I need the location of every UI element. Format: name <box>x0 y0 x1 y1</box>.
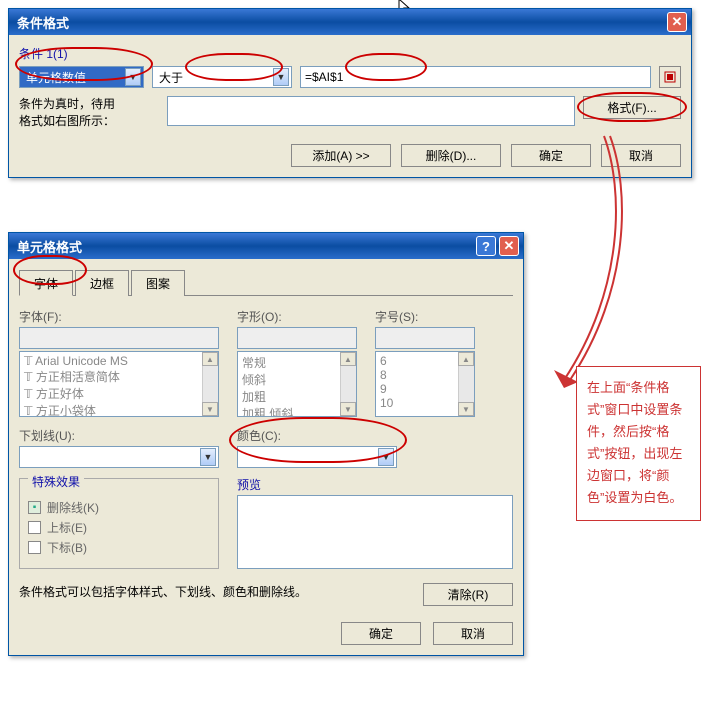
chevron-down-icon: ▼ <box>273 68 289 86</box>
list-item: 9 <box>380 382 470 396</box>
format-button[interactable]: 格式(F)... <box>583 96 681 119</box>
underline-label: 下划线(U): <box>19 427 219 444</box>
cancel-button[interactable]: 取消 <box>601 144 681 167</box>
list-item: 𝕋 方正相活意简体 <box>24 368 214 385</box>
list-item: 𝕋 方正好体 <box>24 385 214 402</box>
formula-input[interactable]: =$AI$1 <box>300 66 651 88</box>
list-item: 𝕋 方正小袋体 <box>24 402 214 417</box>
ref-picker-icon[interactable] <box>659 66 681 88</box>
description-text: 条件格式可以包括字体样式、下划线、颜色和删除线。 <box>19 583 409 601</box>
conditional-format-dialog: 条件格式 ✕ 条件 1(1) 单元格数值 ▼ 大于 ▼ =$AI$1 <box>8 8 692 178</box>
annotation-text: 在上面“条件格式”窗口中设置条件，然后按“格式”按钮，出现左边窗口，将“颜色”设… <box>576 366 701 521</box>
checkbox-strikethrough[interactable]: ▪删除线(K) <box>28 499 210 516</box>
color-label: 颜色(C): <box>237 427 397 444</box>
style-listbox[interactable]: 常规 倾斜 加粗 加粗 倾斜 ▲▼ <box>237 351 357 417</box>
style-label: 字形(O): <box>237 308 357 325</box>
checkbox-superscript[interactable]: 上标(E) <box>28 519 210 536</box>
preview-box <box>237 495 513 569</box>
size-input[interactable] <box>375 327 475 349</box>
font-listbox[interactable]: 𝕋 Arial Unicode MS 𝕋 方正相活意简体 𝕋 方正好体 𝕋 方正… <box>19 351 219 417</box>
format-hint: 条件为真时，待用 格式如右图所示： <box>19 96 159 130</box>
list-item: 加粗 <box>242 388 352 405</box>
ok-button[interactable]: 确定 <box>511 144 591 167</box>
tab-pattern[interactable]: 图案 <box>131 270 185 296</box>
list-item: 倾斜 <box>242 371 352 388</box>
style-input[interactable] <box>237 327 357 349</box>
tab-bar: 字体 边框 图案 <box>19 269 513 296</box>
chevron-down-icon: ▼ <box>200 448 216 466</box>
close-icon[interactable]: ✕ <box>667 12 687 32</box>
tab-font[interactable]: 字体 <box>19 270 73 296</box>
list-item: 常规 <box>242 354 352 371</box>
font-input[interactable] <box>19 327 219 349</box>
ok-button[interactable]: 确定 <box>341 622 421 645</box>
chevron-down-icon: ▼ <box>378 448 394 466</box>
checkbox-subscript[interactable]: 下标(B) <box>28 539 210 556</box>
list-item: 10 <box>380 396 470 410</box>
format-preview <box>167 96 575 126</box>
combo-cell-value[interactable]: 单元格数值 ▼ <box>19 66 144 88</box>
chevron-down-icon: ▼ <box>125 68 141 86</box>
effects-label: 特殊效果 <box>28 473 84 490</box>
close-icon[interactable]: ✕ <box>499 236 519 256</box>
help-icon[interactable]: ? <box>476 236 496 256</box>
cancel-button[interactable]: 取消 <box>433 622 513 645</box>
color-combo[interactable]: ▼ <box>237 446 397 468</box>
size-listbox[interactable]: 6 8 9 10 ▲▼ <box>375 351 475 417</box>
clear-button[interactable]: 清除(R) <box>423 583 513 606</box>
dialog-title: 条件格式 <box>17 13 664 32</box>
list-item: 𝕋 Arial Unicode MS <box>24 354 214 368</box>
list-item: 6 <box>380 354 470 368</box>
underline-combo[interactable]: ▼ <box>19 446 219 468</box>
combo-operator-text: 大于 <box>159 69 183 86</box>
combo-cell-value-text: 单元格数值 <box>26 69 86 86</box>
size-label: 字号(S): <box>375 308 475 325</box>
list-item: 8 <box>380 368 470 382</box>
dialog-title: 单元格格式 <box>17 237 473 256</box>
tab-border[interactable]: 边框 <box>75 270 129 296</box>
delete-button[interactable]: 删除(D)... <box>401 144 501 167</box>
add-button[interactable]: 添加(A) >> <box>291 144 391 167</box>
preview-label: 预览 <box>237 476 513 493</box>
formula-text: =$AI$1 <box>305 70 343 84</box>
titlebar: 条件格式 ✕ <box>9 9 691 35</box>
font-label: 字体(F): <box>19 308 219 325</box>
combo-operator[interactable]: 大于 ▼ <box>152 66 292 88</box>
list-item: 加粗 倾斜 <box>242 405 352 417</box>
condition-label: 条件 1(1) <box>19 45 681 62</box>
titlebar: 单元格格式 ? ✕ <box>9 233 523 259</box>
cell-format-dialog: 单元格格式 ? ✕ 字体 边框 图案 字体(F): 𝕋 Arial Unicod… <box>8 232 524 656</box>
